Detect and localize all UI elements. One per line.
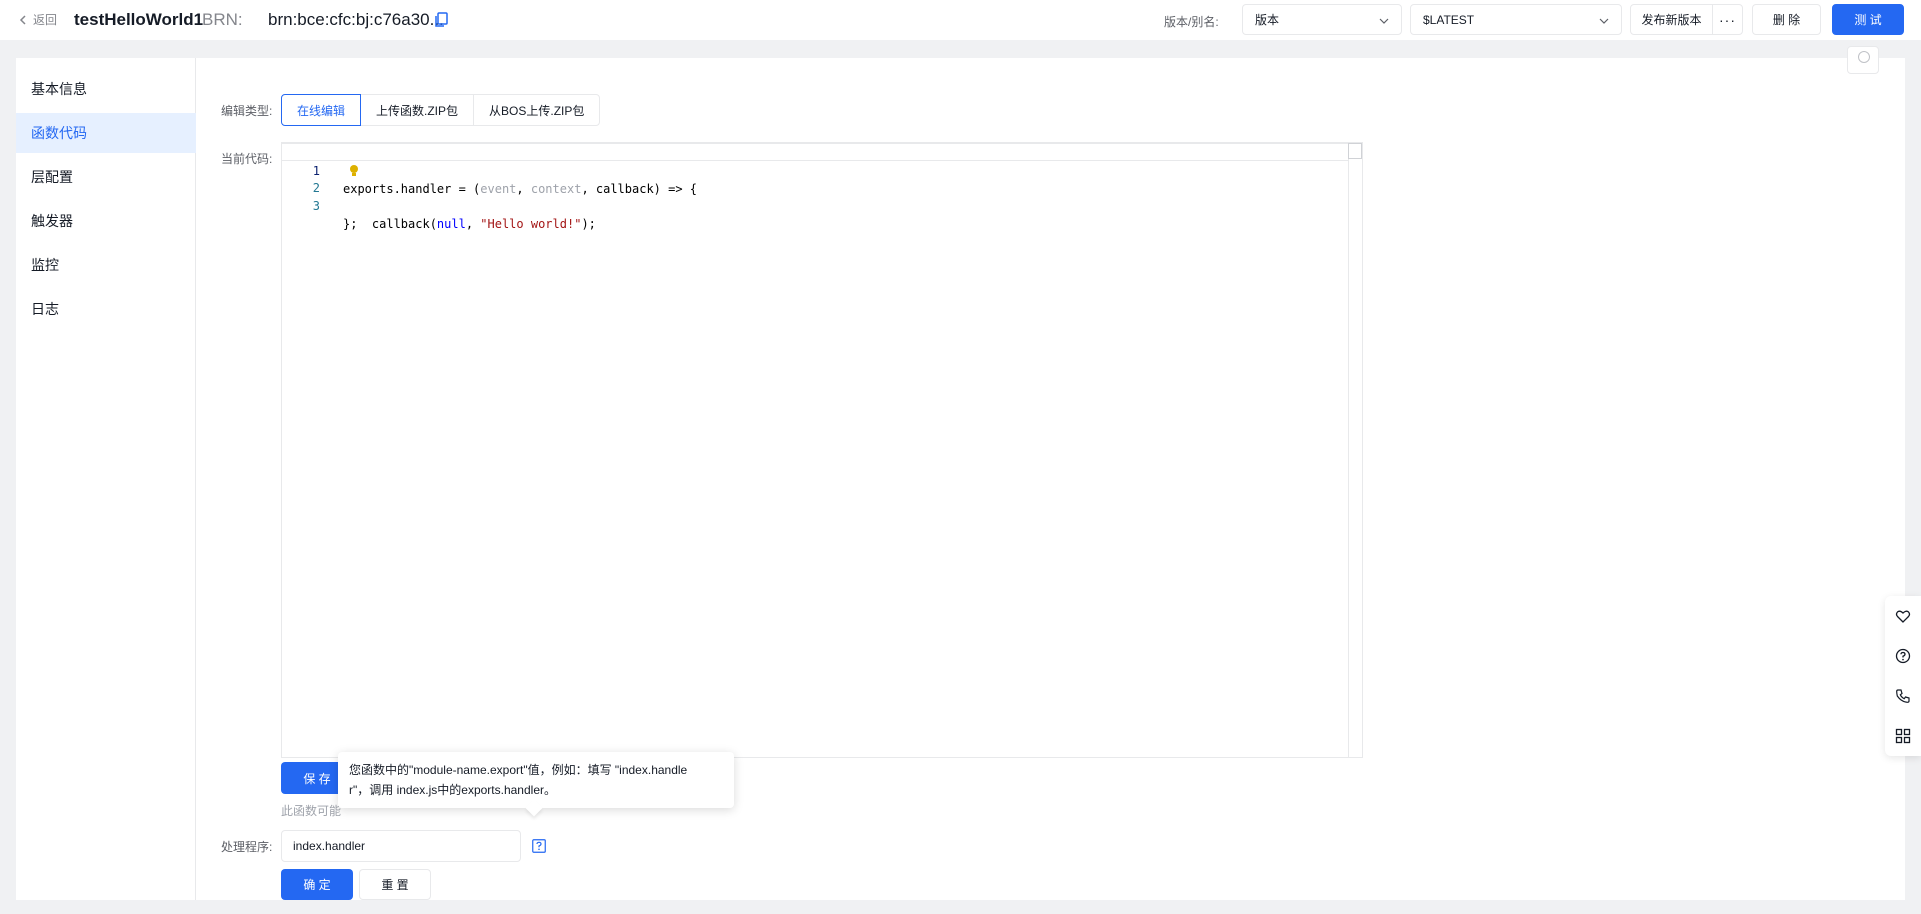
back-chevron-icon (19, 14, 26, 25)
floating-toolbar (1885, 596, 1921, 756)
edit-type-label: 编辑类型: (221, 104, 273, 118)
back-label: 返回 (33, 13, 58, 27)
function-name: testHelloWorld1 (74, 10, 204, 29)
publish-version-button[interactable]: 发布新版本 (1630, 4, 1713, 35)
brn-value: brn:bce:cfc:bj:c76a30... (268, 10, 444, 29)
version-select-value: 版本 (1255, 13, 1280, 27)
question-icon[interactable] (1895, 648, 1911, 664)
tooltip-line: r"，调用 index.js中的exports.handler。 (349, 783, 556, 797)
phone-icon[interactable] (1895, 688, 1911, 704)
tab-bos-upload-zip[interactable]: 从BOS上传.ZIP包 (473, 94, 601, 126)
sidebar-item-function-code[interactable]: 函数代码 (16, 113, 196, 153)
grid-icon[interactable] (1895, 728, 1911, 744)
tooltip-line: 您函数中的"module-name.export"值，例如：填写 "index.… (349, 763, 688, 777)
reset-button[interactable]: 重 置 (359, 869, 431, 900)
handler-label: 处理程序: (221, 840, 273, 854)
chevron-down-icon (1379, 18, 1389, 24)
sidebar-item-layer-config[interactable]: 层配置 (16, 157, 196, 197)
chevron-down-icon (1599, 18, 1609, 24)
handler-tooltip: 您函数中的"module-name.export"值，例如：填写 "index.… (338, 752, 734, 817)
copy-icon[interactable] (434, 12, 448, 28)
version-select[interactable]: 版本 (1242, 4, 1402, 35)
tab-online-edit[interactable]: 在线编辑 (281, 94, 362, 126)
hint-text: 此函数可能 (281, 804, 341, 818)
editor-scrollbar[interactable] (1348, 143, 1362, 757)
lightbulb-icon[interactable] (349, 164, 359, 177)
more-button[interactable]: ··· (1712, 4, 1743, 35)
top-bar: 返回 testHelloWorld1 BRN: brn:bce:cfc:bj:c… (0, 0, 1921, 40)
main-panel: 基本信息 函数代码 层配置 触发器 监控 日志 编辑类型: 在线编辑 上传函数.… (16, 46, 1905, 900)
brn-label: BRN: (202, 10, 243, 29)
alias-select-value: $LATEST (1423, 12, 1475, 27)
code-editor[interactable]: 1 exports.handler = (event, context, cal… (281, 142, 1363, 758)
tab-upload-zip[interactable]: 上传函数.ZIP包 (360, 94, 475, 126)
help-icon[interactable] (532, 839, 546, 853)
editor-overview-ruler (1348, 143, 1362, 159)
edit-type-tabs: 在线编辑 上传函数.ZIP包 从BOS上传.ZIP包 (281, 94, 601, 126)
alias-select[interactable]: $LATEST (1410, 4, 1622, 35)
current-code-label: 当前代码: (221, 152, 273, 166)
code-text: }; (343, 217, 358, 231)
heart-icon[interactable] (1895, 608, 1911, 624)
back-link[interactable]: 返回 (18, 11, 57, 28)
delete-button[interactable]: 删 除 (1752, 4, 1821, 35)
handler-input[interactable] (281, 830, 521, 862)
code-line: 1 exports.handler = (event, context, cal… (282, 143, 1348, 196)
tooltip-arrow (525, 799, 543, 817)
code-text: callback(null, "Hello world!"); (343, 217, 596, 231)
version-alias-label: 版本/别名: (1164, 15, 1219, 29)
code-line: 2 callback(null, "Hello world!"); (282, 161, 1348, 231)
sidebar-item-triggers[interactable]: 触发器 (16, 201, 196, 241)
sidebar-item-monitor[interactable]: 监控 (16, 245, 196, 285)
sidebar: 基本信息 函数代码 层配置 触发器 监控 日志 (16, 58, 196, 900)
code-line: 3 }; (282, 179, 1348, 231)
confirm-button[interactable]: 确 定 (281, 869, 353, 900)
circle-icon (1858, 51, 1870, 63)
test-button[interactable]: 测 试 (1832, 4, 1904, 35)
collapse-toggle[interactable] (1847, 46, 1879, 74)
sidebar-item-basic-info[interactable]: 基本信息 (16, 69, 196, 109)
sidebar-item-logs[interactable]: 日志 (16, 289, 196, 329)
line-number: 3 (312, 199, 320, 213)
